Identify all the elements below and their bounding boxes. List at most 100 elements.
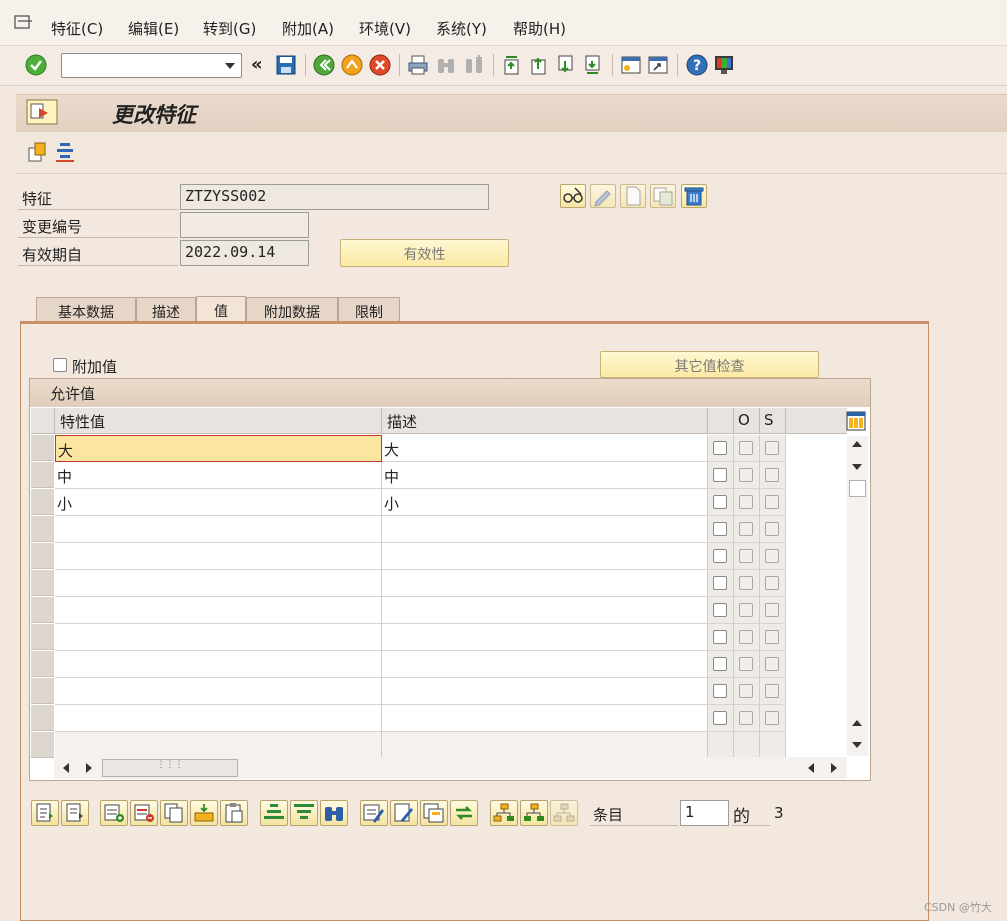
menu-characteristic[interactable]: 特征(C) — [51, 18, 103, 38]
copy-row-button[interactable] — [160, 800, 188, 826]
scroll-right-icon[interactable] — [86, 763, 92, 773]
cell-description[interactable] — [382, 624, 708, 651]
delete-row-button[interactable] — [130, 800, 158, 826]
s-checkbox[interactable] — [765, 657, 779, 671]
cell-value[interactable] — [55, 516, 382, 543]
s-checkbox[interactable] — [765, 576, 779, 590]
s-checkbox[interactable] — [765, 522, 779, 536]
o-checkbox[interactable] — [739, 441, 753, 455]
s-checkbox[interactable] — [765, 684, 779, 698]
find-next-icon[interactable] — [463, 54, 485, 76]
cell-value[interactable] — [55, 705, 382, 732]
collapse-command-icon[interactable]: « — [251, 54, 263, 75]
o-checkbox[interactable] — [739, 684, 753, 698]
cell-value[interactable]: 大 — [55, 435, 382, 462]
scroll-left-icon[interactable] — [63, 763, 69, 773]
menu-extras[interactable]: 附加(A) — [282, 18, 334, 38]
s-checkbox[interactable] — [765, 441, 779, 455]
paste-button[interactable] — [220, 800, 248, 826]
column-header-default[interactable] — [708, 408, 734, 434]
menu-edit[interactable]: 编辑(E) — [128, 18, 179, 38]
print-icon[interactable] — [407, 54, 429, 76]
row-selector[interactable] — [31, 570, 54, 596]
cell-description[interactable]: 中 — [382, 462, 708, 489]
default-value-checkbox[interactable] — [713, 630, 727, 644]
find-icon[interactable] — [435, 54, 457, 76]
entry-input[interactable]: 1 — [680, 800, 729, 826]
default-value-checkbox[interactable] — [713, 576, 727, 590]
cell-description[interactable]: 小 — [382, 489, 708, 516]
s-checkbox[interactable] — [765, 549, 779, 563]
tab-additional-data[interactable]: 附加数据 — [246, 297, 338, 322]
s-checkbox[interactable] — [765, 711, 779, 725]
details-button[interactable] — [31, 800, 59, 826]
cell-description[interactable] — [382, 570, 708, 597]
sort-descending-button[interactable] — [290, 800, 318, 826]
edit-button[interactable] — [590, 184, 616, 208]
choose-button[interactable] — [61, 800, 89, 826]
delete-button[interactable] — [681, 184, 707, 208]
back-icon[interactable] — [313, 54, 335, 76]
structure-button[interactable] — [550, 800, 578, 826]
scroll-right-icon[interactable] — [831, 763, 837, 773]
characteristic-object-icon[interactable] — [26, 99, 58, 125]
hscroll-thumb[interactable]: ⋮⋮⋮ — [102, 759, 238, 777]
mass-change-button[interactable] — [360, 800, 388, 826]
cell-value[interactable] — [55, 570, 382, 597]
cell-description[interactable] — [382, 705, 708, 732]
o-checkbox[interactable] — [739, 603, 753, 617]
row-selector[interactable] — [31, 435, 54, 461]
cell-description[interactable] — [382, 516, 708, 543]
cell-value[interactable]: 小 — [55, 489, 382, 516]
row-selector[interactable] — [31, 516, 54, 542]
column-header-s[interactable]: S — [760, 408, 786, 434]
tab-values[interactable]: 值 — [196, 296, 246, 323]
cancel-icon[interactable] — [369, 54, 391, 76]
sort-ascending-button[interactable] — [260, 800, 288, 826]
column-header-o[interactable]: O — [734, 408, 760, 434]
edit-row-button[interactable] — [390, 800, 418, 826]
next-page-icon[interactable] — [555, 54, 577, 76]
cell-description[interactable] — [382, 597, 708, 624]
s-checkbox[interactable] — [765, 630, 779, 644]
validity-button[interactable]: 有效性 — [340, 239, 509, 267]
cell-value[interactable]: 中 — [55, 462, 382, 489]
chevron-down-icon[interactable] — [225, 63, 235, 69]
o-checkbox[interactable] — [739, 657, 753, 671]
command-field[interactable] — [61, 53, 242, 78]
tab-restrictions[interactable]: 限制 — [338, 297, 400, 322]
o-checkbox[interactable] — [739, 468, 753, 482]
column-header-value[interactable]: 特性值 — [55, 408, 382, 434]
menu-help[interactable]: 帮助(H) — [513, 18, 566, 38]
default-value-checkbox[interactable] — [713, 657, 727, 671]
column-header-description[interactable]: 描述 — [382, 408, 708, 434]
insert-row-button[interactable] — [100, 800, 128, 826]
shortcut-icon[interactable] — [647, 54, 669, 76]
refresh-button[interactable] — [450, 800, 478, 826]
menu-system[interactable]: 系统(Y) — [436, 18, 487, 38]
change-number-field[interactable] — [180, 212, 309, 238]
row-selector[interactable] — [31, 597, 54, 623]
cell-value[interactable] — [55, 651, 382, 678]
tab-basic-data[interactable]: 基本数据 — [36, 297, 136, 322]
tab-descriptions[interactable]: 描述 — [136, 297, 196, 322]
row-selector[interactable] — [31, 543, 54, 569]
cell-description[interactable] — [382, 543, 708, 570]
column-settings-icon[interactable] — [846, 411, 866, 431]
previous-page-icon[interactable] — [528, 54, 550, 76]
row-selector[interactable] — [31, 489, 54, 515]
cell-value[interactable] — [55, 678, 382, 705]
enter-check-icon[interactable] — [25, 54, 47, 76]
row-selector[interactable] — [31, 651, 54, 677]
default-value-checkbox[interactable] — [713, 549, 727, 563]
o-checkbox[interactable] — [739, 522, 753, 536]
o-checkbox[interactable] — [739, 630, 753, 644]
cell-description[interactable]: 大 — [382, 435, 708, 462]
system-menu-icon[interactable] — [14, 15, 34, 31]
scroll-down-icon[interactable] — [852, 464, 862, 470]
s-checkbox[interactable] — [765, 468, 779, 482]
scroll-up-icon[interactable] — [852, 441, 862, 447]
layout-menu-icon[interactable] — [713, 54, 735, 76]
other-characteristic-icon[interactable] — [27, 141, 49, 163]
o-checkbox[interactable] — [739, 549, 753, 563]
